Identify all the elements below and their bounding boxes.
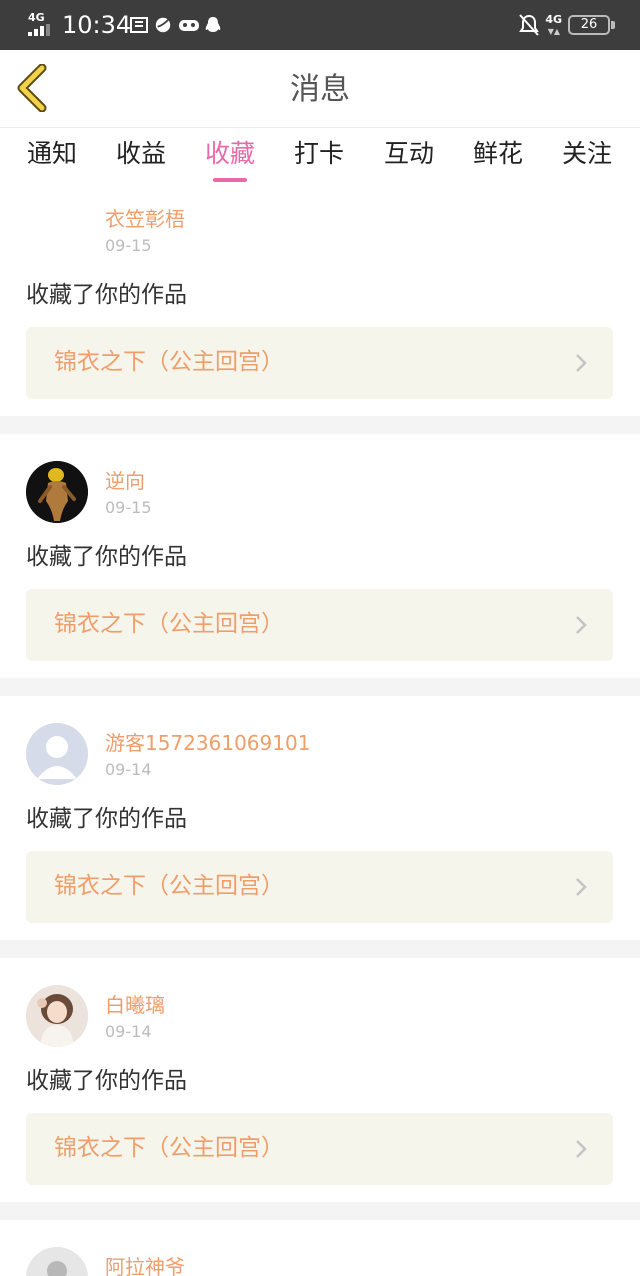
page-title: 消息 [290,72,350,107]
message-text: 收藏了你的作品 [26,1068,187,1094]
status-bar: 4G 10:34 4G ▼▲ 26 [0,0,640,50]
work-title: 锦衣之下（公主回宫） [54,1135,284,1161]
message-date: 09-15 [105,498,152,517]
game-icon [179,20,199,31]
user-name[interactable]: 阿拉神爷 [105,1254,185,1276]
data-arrows-icon: ▼▲ [547,27,560,36]
header: 消息 [0,50,640,128]
network-type: 4G [28,11,45,24]
work-title: 锦衣之下（公主回宫） [54,349,284,375]
message-date: 09-15 [105,236,152,255]
message-card: 衣笠彰梧 09-15 收藏了你的作品 锦衣之下（公主回宫） [0,190,640,416]
tab-favorites[interactable]: 收藏 [204,136,256,172]
chevron-right-icon [576,616,587,634]
clock: 10:34 [62,11,132,39]
user-name[interactable]: 逆向 [105,468,145,494]
battery-level: 26 [580,17,598,32]
signal-icon [28,24,52,36]
figure-avatar-icon [26,461,88,523]
tab-following[interactable]: 关注 [561,136,613,172]
user-name[interactable]: 白曦璃 [105,992,165,1018]
network-type-right: 4G [545,13,562,26]
separator [0,678,640,696]
user-name[interactable]: 游客1572361069101 [105,730,310,756]
work-link[interactable]: 锦衣之下（公主回宫） [26,589,613,661]
avatar[interactable] [26,723,88,785]
battery-tip [611,21,615,29]
message-text: 收藏了你的作品 [26,544,187,570]
message-card: 逆向 09-15 收藏了你的作品 锦衣之下（公主回宫） [0,434,640,678]
chevron-right-icon [576,878,587,896]
tab-earnings[interactable]: 收益 [115,136,167,172]
chevron-right-icon [576,354,587,372]
message-text: 收藏了你的作品 [26,282,187,308]
browser-icon [155,17,171,33]
message-text: 收藏了你的作品 [26,806,187,832]
tab-flowers[interactable]: 鲜花 [472,136,524,172]
default-person-icon [26,723,88,785]
message-card: 白曦璃 09-14 收藏了你的作品 锦衣之下（公主回宫） [0,958,640,1202]
girl-avatar-icon [26,985,88,1047]
tab-notifications[interactable]: 通知 [26,136,78,172]
message-date: 09-14 [105,1022,152,1041]
qq-icon [205,17,221,32]
tab-bar: 通知 收益 收藏 打卡 互动 鲜花 关注 [0,128,640,190]
work-link[interactable]: 锦衣之下（公主回宫） [26,327,613,399]
app-notification-icon [130,17,148,33]
message-date: 09-14 [105,760,152,779]
avatar[interactable] [26,1247,88,1276]
work-title: 锦衣之下（公主回宫） [54,873,284,899]
mute-bell-icon [519,14,539,36]
active-tab-indicator [213,178,247,182]
chevron-right-icon [576,1140,587,1158]
avatar[interactable] [26,985,88,1047]
avatar[interactable] [26,461,88,523]
separator [0,1202,640,1220]
user-name[interactable]: 衣笠彰梧 [105,206,185,232]
separator [0,416,640,434]
separator [0,940,640,958]
default-person-icon [26,1247,88,1276]
work-link[interactable]: 锦衣之下（公主回宫） [26,1113,613,1185]
message-card: 阿拉神爷 [0,1220,640,1276]
work-title: 锦衣之下（公主回宫） [54,611,284,637]
work-link[interactable]: 锦衣之下（公主回宫） [26,851,613,923]
message-card: 游客1572361069101 09-14 收藏了你的作品 锦衣之下（公主回宫） [0,696,640,940]
battery-icon: 26 [568,15,610,35]
tab-interaction[interactable]: 互动 [383,136,435,172]
tab-checkin[interactable]: 打卡 [293,136,345,172]
